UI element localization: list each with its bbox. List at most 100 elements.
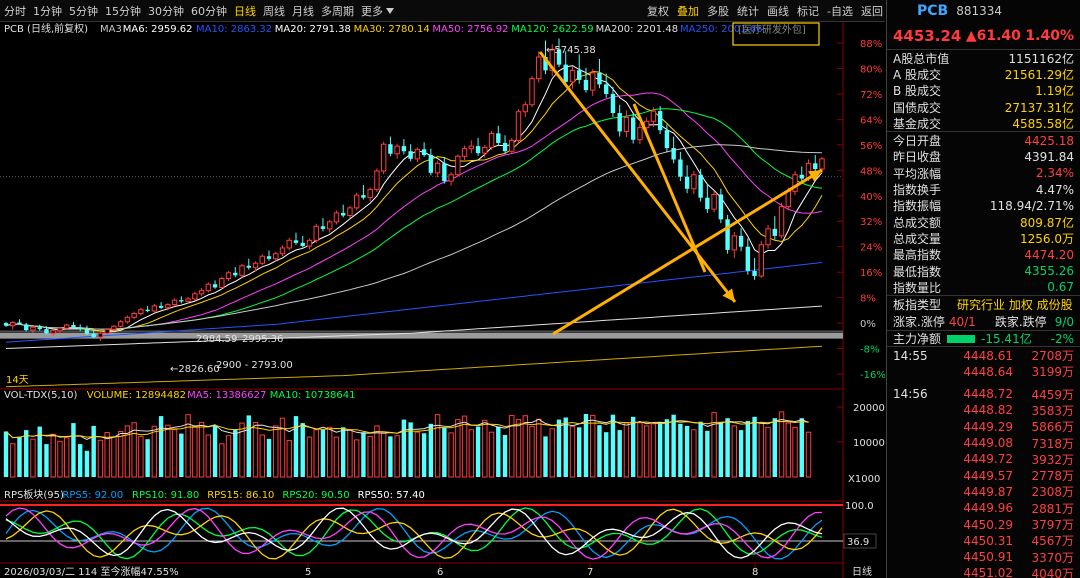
tick-row: 4451.02 4040万 bbox=[887, 565, 1080, 578]
y-tick-label: -8% bbox=[860, 345, 879, 356]
index-stat-row: 平均涨幅 2.34% bbox=[887, 165, 1080, 181]
tool-button-3[interactable]: 统计 bbox=[737, 3, 759, 19]
volume-bar bbox=[643, 425, 650, 478]
index-stat-value: 4391.84 bbox=[1024, 149, 1074, 164]
tab-more[interactable]: 更多 bbox=[361, 3, 397, 19]
candle-body bbox=[347, 207, 353, 217]
period-tab-5[interactable]: 60分钟 bbox=[191, 3, 227, 19]
sector-badge[interactable]: [医疗研发外包] bbox=[738, 23, 806, 36]
candle-body bbox=[84, 329, 90, 334]
period-tab-6[interactable]: 日线 bbox=[234, 3, 256, 19]
tool-button-6[interactable]: -自选 bbox=[827, 3, 853, 19]
candle-body bbox=[799, 174, 804, 179]
tick-price: 4450.31 bbox=[963, 533, 1013, 548]
candle-body bbox=[650, 110, 657, 122]
low-price-label: ←2826.60 bbox=[170, 364, 220, 375]
rps-line bbox=[5, 507, 823, 560]
price-change-pct: 1.40% bbox=[1025, 27, 1074, 44]
candle-body bbox=[30, 326, 36, 331]
candle-body bbox=[664, 130, 670, 149]
candle-body bbox=[124, 316, 131, 323]
tick-volume: 2881万 bbox=[1031, 501, 1074, 516]
volume-bar bbox=[320, 429, 326, 477]
candle-body bbox=[279, 247, 286, 255]
board-type-value[interactable]: 研究行业 加权 成份股 bbox=[957, 296, 1073, 313]
candle-body bbox=[97, 332, 104, 338]
x-month-label: 5 bbox=[305, 567, 311, 578]
index-stat-label: 最高指数 bbox=[893, 248, 942, 263]
period-tab-1[interactable]: 1分钟 bbox=[33, 3, 62, 19]
price-label-c: 2900 - 2793.00 bbox=[216, 360, 293, 371]
volume-bar bbox=[91, 425, 96, 477]
volume-bar bbox=[597, 425, 602, 477]
period-tab-3[interactable]: 15分钟 bbox=[105, 3, 141, 19]
period-tab-9[interactable]: 多周期 bbox=[321, 3, 354, 19]
volume-bar bbox=[306, 436, 313, 478]
index-stat-label: 最低指数 bbox=[893, 264, 942, 279]
candle-body bbox=[698, 174, 703, 198]
market-stat-row: B 股成交 1.19亿 bbox=[887, 83, 1080, 99]
board-type-row: 板指类型 研究行业 加权 成份股 bbox=[887, 296, 1080, 313]
days-label: 14天 bbox=[6, 375, 29, 386]
period-label[interactable]: 日线 bbox=[852, 565, 872, 578]
period-tab-0[interactable]: 分时 bbox=[4, 3, 26, 19]
volume-bar bbox=[84, 450, 90, 477]
tick-price: 4449.08 bbox=[963, 436, 1013, 451]
period-tab-2[interactable]: 5分钟 bbox=[69, 3, 98, 19]
volume-bar bbox=[333, 436, 340, 478]
volume-bar bbox=[30, 438, 36, 478]
candle-body bbox=[300, 242, 305, 247]
tool-button-2[interactable]: 多股 bbox=[707, 3, 729, 19]
rps-line bbox=[5, 507, 823, 560]
candle-body bbox=[10, 321, 16, 327]
index-stat-value: 4355.26 bbox=[1024, 264, 1074, 278]
volume-bar bbox=[233, 429, 238, 477]
tool-button-4[interactable]: 画线 bbox=[767, 3, 789, 19]
up-limit-label: 涨家.涨停 bbox=[893, 315, 945, 330]
volume-bar bbox=[145, 439, 150, 477]
period-tab-7[interactable]: 周线 bbox=[263, 3, 285, 19]
candle-body bbox=[705, 197, 710, 210]
volume-bar bbox=[536, 418, 542, 478]
volume-bar bbox=[563, 417, 568, 477]
rps-line bbox=[5, 508, 823, 560]
ma20-line bbox=[5, 92, 823, 330]
tool-button-1[interactable]: 叠加 bbox=[677, 3, 699, 19]
candle-body bbox=[529, 78, 535, 106]
y-tick-label: 8% bbox=[860, 294, 876, 305]
tool-button-7[interactable]: 返回 bbox=[861, 3, 883, 19]
volume-bar bbox=[502, 435, 508, 477]
volume-bar bbox=[569, 425, 576, 478]
candle-body bbox=[731, 235, 738, 251]
down-limit-value: 9/0 bbox=[1054, 314, 1074, 329]
volume-bar bbox=[657, 422, 663, 477]
ma-legend-item: MA30: 2780.14 bbox=[354, 24, 430, 35]
tick-price: 4450.29 bbox=[963, 517, 1013, 532]
tool-button-5[interactable]: 标记 bbox=[797, 3, 819, 19]
volume-bar bbox=[117, 431, 124, 478]
kline-chart[interactable]: 88% 80% 72% 64% 56% 48% 40% 32% 24% 16% 8% 0% -8% -16… bbox=[0, 22, 885, 578]
index-name: PCB bbox=[917, 3, 949, 19]
main-flow-row: 主力净额 -15.41亿 -2% bbox=[887, 330, 1080, 348]
tick-price: 4449.57 bbox=[963, 468, 1013, 483]
tick-volume: 3199万 bbox=[1031, 365, 1074, 380]
tick-volume: 3370万 bbox=[1031, 550, 1074, 565]
candle-body bbox=[617, 113, 622, 132]
index-stat-label: 昨日收盘 bbox=[893, 150, 942, 165]
period-tab-4[interactable]: 30分钟 bbox=[148, 3, 184, 19]
period-tab-8[interactable]: 月线 bbox=[292, 3, 314, 19]
candle-body bbox=[192, 293, 198, 300]
tool-buttons: 复权 叠加 多股 统计 画线 标记 -自选 返回 bbox=[639, 0, 883, 22]
tool-button-0[interactable]: 复权 bbox=[647, 3, 669, 19]
tick-price: 4448.61 bbox=[963, 348, 1013, 363]
rps-current-value: 36.9 bbox=[847, 537, 869, 548]
tick-volume: 2308万 bbox=[1031, 485, 1074, 500]
volume-bar bbox=[266, 438, 272, 477]
candle-body bbox=[610, 93, 616, 114]
rps-legend-item: RPS20: 90.50 bbox=[282, 490, 349, 501]
tick-price: 4449.87 bbox=[963, 484, 1013, 499]
candle-body bbox=[219, 278, 225, 288]
candle-body bbox=[509, 139, 515, 152]
volume-bar bbox=[225, 435, 232, 478]
tick-volume: 3583万 bbox=[1031, 404, 1074, 418]
